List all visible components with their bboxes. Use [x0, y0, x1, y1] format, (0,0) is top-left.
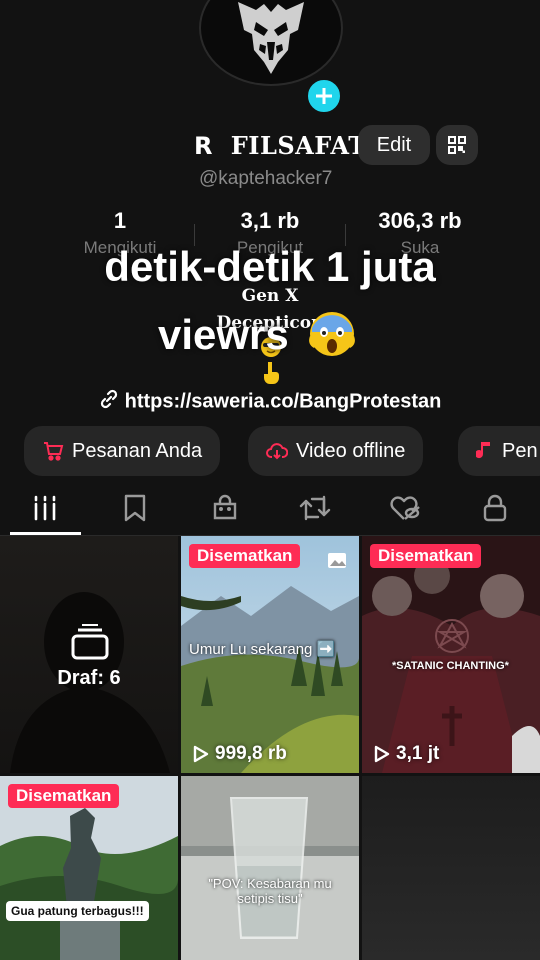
- view-count-value: 3,1 jt: [396, 743, 440, 764]
- profile-avatar[interactable]: [199, 0, 343, 86]
- profile-name: R FILSAFAT: [194, 131, 367, 160]
- play-icon: [374, 745, 390, 763]
- view-count: 999,8 rb: [193, 743, 287, 765]
- qr-code-button[interactable]: [436, 125, 478, 165]
- pinned-badge: Disematkan: [8, 784, 120, 808]
- tab-reposts[interactable]: [287, 488, 343, 528]
- video-tile[interactable]: "POV: Kesabaran mu setipis tisu": [181, 776, 359, 960]
- drafts-icon: [71, 624, 109, 660]
- video-tile[interactable]: Disematkan Gua patung terbagus!!!: [0, 776, 178, 960]
- video-tile[interactable]: Disematkan *SATANIC CHANTING* 3,1 jt: [362, 536, 540, 773]
- video-tile[interactable]: Disematkan Umur Lu sekarang ➡️ 999,8 rb: [181, 536, 359, 773]
- overlay-line-2: viewrs: [158, 310, 289, 358]
- add-avatar-button[interactable]: [305, 77, 343, 115]
- overlay-line-2-row: viewrs: [158, 306, 358, 369]
- chip-music-label: Pen: [502, 439, 538, 462]
- chip-offline-video-label: Video offline: [296, 439, 406, 462]
- chip-offline-video[interactable]: Video offline: [248, 426, 424, 476]
- play-icon: [193, 745, 209, 763]
- view-count: 3,1 jt: [374, 743, 439, 765]
- profile-tabs: [0, 480, 540, 536]
- decepticon-logo-icon: [238, 2, 304, 74]
- bio-link[interactable]: https://saweria.co/BangProtestan: [0, 389, 540, 415]
- tab-liked[interactable]: [377, 488, 433, 528]
- screaming-face-emoji-icon: [306, 306, 358, 369]
- video-caption: Gua patung terbagus!!!: [6, 901, 149, 921]
- chip-music[interactable]: Pen: [458, 426, 540, 476]
- cloud-download-icon: [266, 440, 288, 462]
- stat-likes-value: 306,3 rb: [378, 208, 462, 233]
- profile-handle: @kaptehacker7: [199, 168, 333, 189]
- bookmark-icon: [124, 494, 146, 522]
- profile-shortcut-chips: Pesanan Anda Video offline Pen: [0, 426, 540, 476]
- video-thumbnail-glass: [181, 776, 359, 960]
- tab-private[interactable]: [467, 488, 523, 528]
- plus-icon: [316, 88, 332, 104]
- stat-following-value: 1: [113, 208, 127, 233]
- active-tab-indicator: [10, 532, 81, 535]
- pinned-badge: Disematkan: [370, 544, 482, 568]
- bio-link-text: https://saweria.co/BangProtestan: [124, 390, 442, 413]
- view-count-value: 999,8 rb: [215, 743, 287, 764]
- lock-icon: [483, 494, 507, 522]
- drafts-tile[interactable]: Draf: 6: [0, 536, 178, 773]
- name-text: FILSAFAT: [230, 131, 367, 160]
- videos-grid-icon: [34, 495, 56, 521]
- photo-icon: [328, 553, 346, 568]
- empty-tile: [362, 776, 540, 960]
- repost-icon: [299, 495, 331, 521]
- video-grid: Draf: 6 Disematkan Umur Lu sekarang ➡️ 9…: [0, 536, 540, 960]
- video-caption: *SATANIC CHANTING*: [392, 660, 509, 672]
- link-icon: [99, 389, 119, 415]
- edit-profile-button[interactable]: Edit: [358, 125, 430, 165]
- overlay-caption: detik-detik 1 juta viewrs: [0, 242, 540, 358]
- liked-hidden-icon: [390, 496, 420, 520]
- qr-code-icon: [448, 136, 466, 154]
- music-note-icon: [476, 440, 494, 462]
- tab-favorites[interactable]: [107, 488, 163, 528]
- video-caption: Umur Lu sekarang ➡️: [189, 641, 336, 658]
- chip-orders-label: Pesanan Anda: [72, 439, 203, 462]
- tab-videos[interactable]: [17, 488, 73, 528]
- drafts-label: Draf: 6: [57, 667, 121, 689]
- overlay-line-1: detik-detik 1 juta: [104, 243, 436, 290]
- video-thumbnail-chanting: [362, 536, 540, 773]
- chip-orders[interactable]: Pesanan Anda: [24, 426, 221, 476]
- tab-shop[interactable]: [197, 488, 253, 528]
- cart-icon: [42, 440, 64, 462]
- video-caption: "POV: Kesabaran mu setipis tisu": [208, 876, 332, 906]
- profile-name-row: R FILSAFAT Edit: [0, 125, 540, 167]
- stat-followers-value: 3,1 rb: [240, 208, 300, 233]
- pinned-badge: Disematkan: [189, 544, 301, 568]
- shop-bag-icon: [213, 494, 237, 520]
- name-prefix: R: [194, 132, 213, 160]
